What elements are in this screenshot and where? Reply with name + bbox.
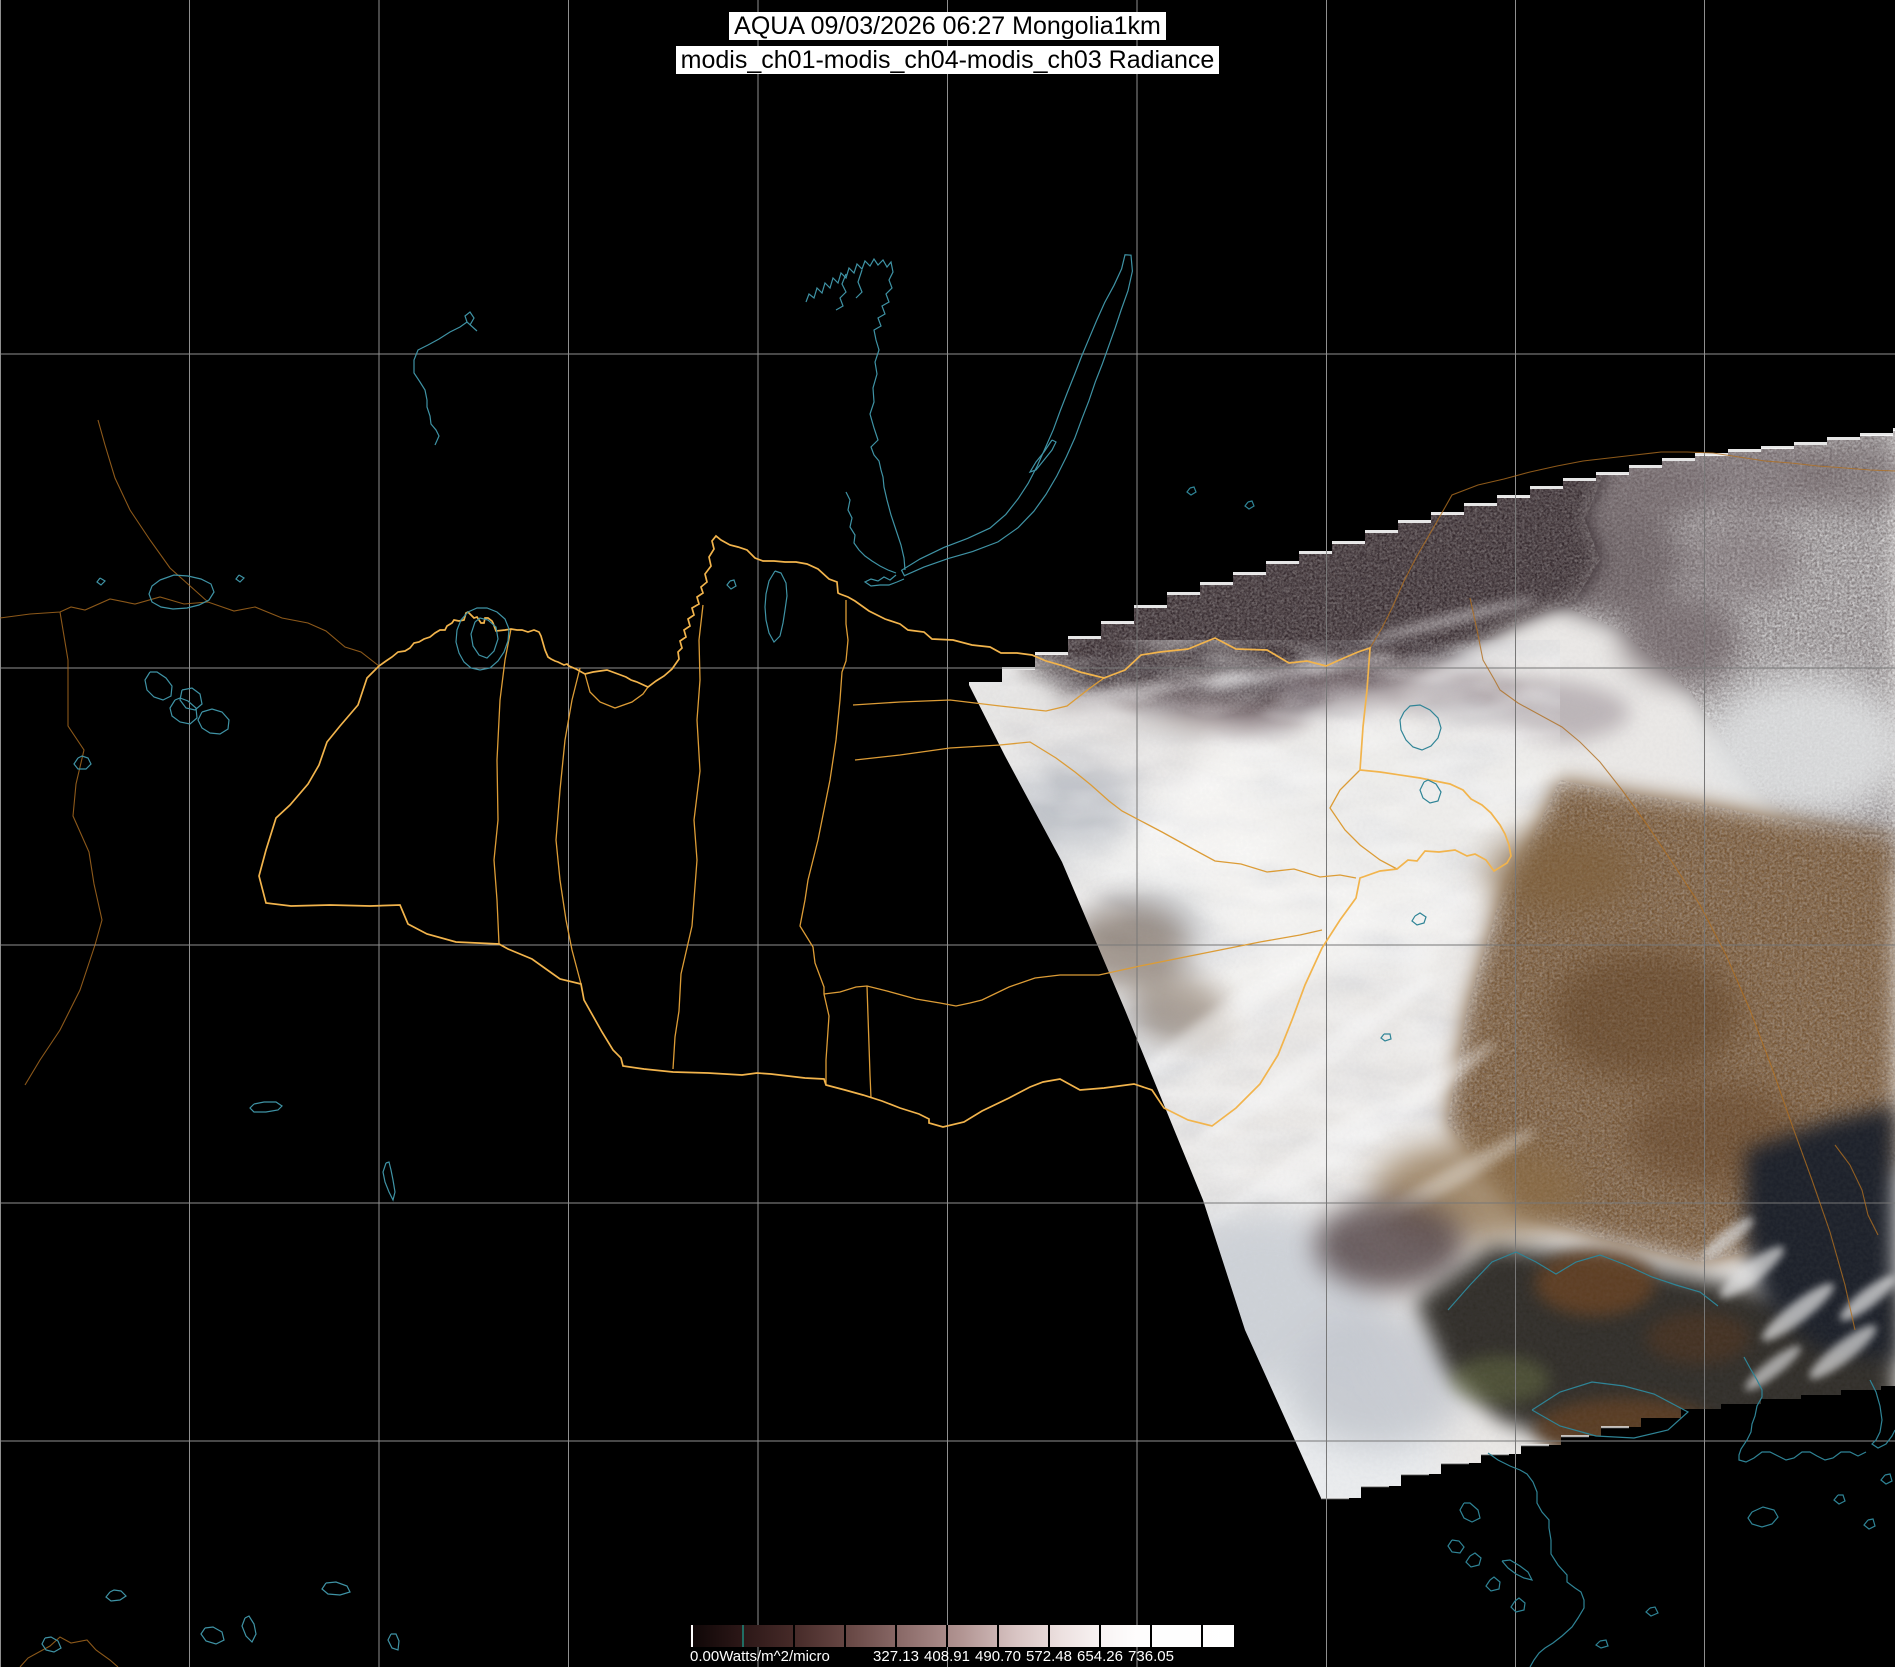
svg-text:327.13: 327.13 xyxy=(873,1648,919,1665)
svg-text:408.91: 408.91 xyxy=(924,1648,970,1665)
svg-text:736.05: 736.05 xyxy=(1128,1648,1174,1665)
svg-text:490.70: 490.70 xyxy=(975,1648,1021,1665)
svg-text:572.48: 572.48 xyxy=(1026,1648,1072,1665)
svg-text:0.00Watts/m^2/micro: 0.00Watts/m^2/micro xyxy=(690,1648,830,1665)
svg-text:654.26: 654.26 xyxy=(1077,1648,1123,1665)
